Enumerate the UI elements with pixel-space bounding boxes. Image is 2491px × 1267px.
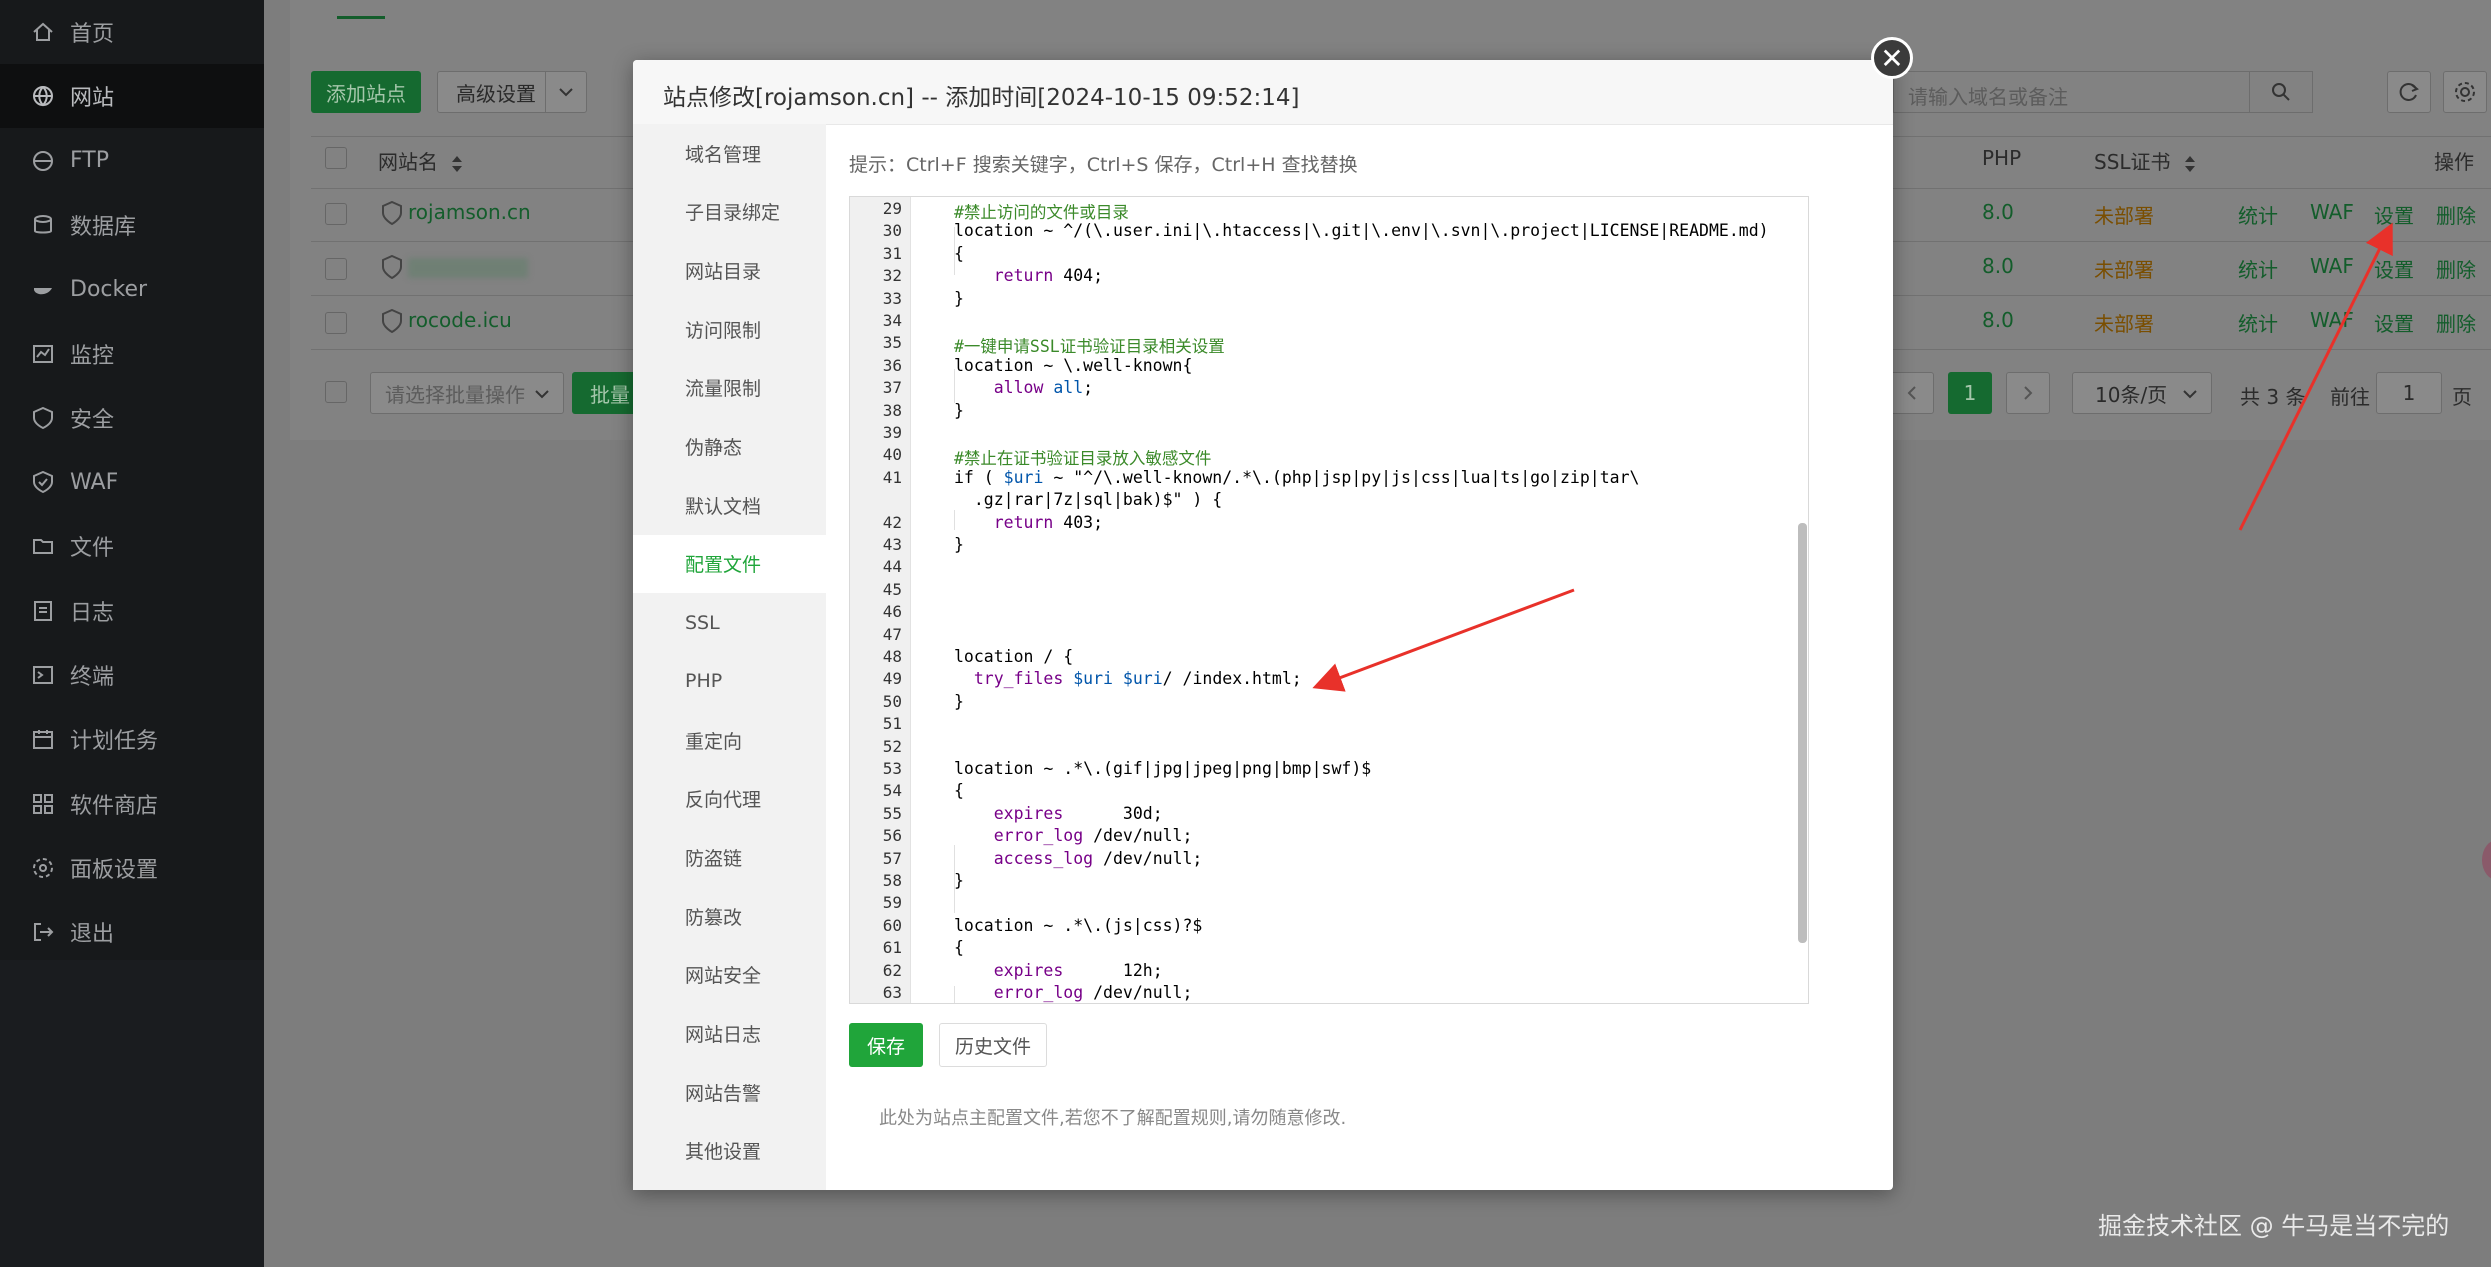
annotation-arrows <box>1312 222 2393 692</box>
annotation-arrow-settings <box>2238 222 2393 531</box>
annotation-arrow-code <box>1312 588 1575 692</box>
watermark: 掘金技术社区 @ 牛马是当不完的 <box>2098 1212 2450 1240</box>
